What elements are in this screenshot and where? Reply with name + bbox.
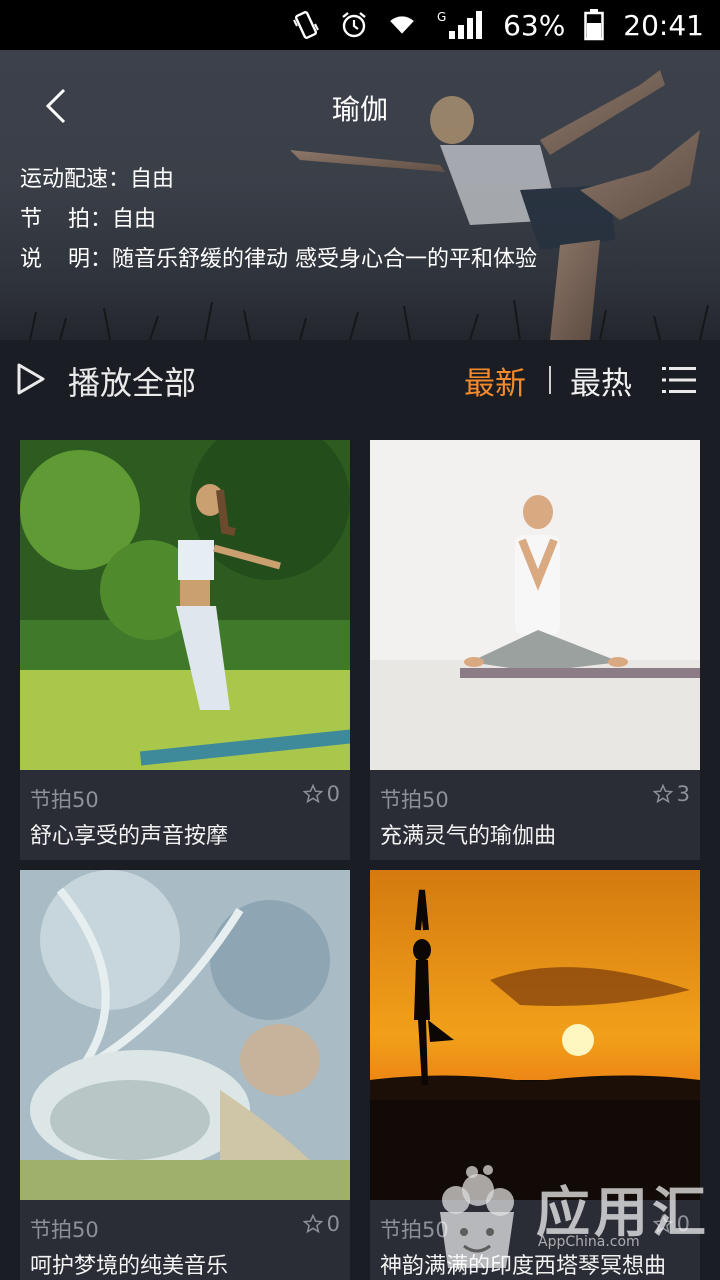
play-all-button[interactable]: 播放全部 [68, 358, 196, 404]
status-bar: G 63% 20:41 [0, 0, 720, 50]
card-title: 呵护梦境的纯美音乐 [30, 1254, 229, 1279]
tab-newest[interactable]: 最新 [464, 358, 526, 403]
beat-row: 节拍： 自由 [20, 200, 156, 240]
battery-percent: 63% [503, 8, 566, 42]
tab-hottest[interactable]: 最热 [570, 358, 632, 403]
pace-row: 运动配速：自由 [20, 160, 174, 200]
beat-label: 节拍： [20, 207, 112, 232]
wifi-icon [387, 10, 417, 40]
description-label: 说明： [20, 247, 112, 272]
card-beat: 节拍50 [380, 788, 449, 812]
description-row: 说明： 随音乐舒缓的律动 感受身心合一的平和体验 [20, 240, 537, 280]
music-card[interactable]: 节拍50 3 充满灵气的瑜伽曲 [370, 440, 700, 860]
star-icon [302, 784, 323, 804]
alarm-icon [339, 10, 369, 40]
beat-value: 自由 [112, 207, 157, 232]
category-header: 瑜伽 运动配速：自由 节拍： 自由 说明： 随音乐舒缓的律动 感受身心合一的平和体验 [0, 50, 720, 340]
cell-signal-icon: G [435, 10, 485, 40]
card-beat: 节拍50 [30, 788, 99, 812]
vibrate-icon [291, 10, 321, 40]
battery-icon [583, 9, 605, 41]
star-icon [302, 1214, 323, 1234]
network-type: G [437, 10, 446, 24]
play-icon[interactable] [16, 362, 46, 396]
menu-icon[interactable] [662, 364, 696, 396]
card-star-count[interactable]: 0 [302, 1212, 340, 1236]
card-thumbnail-yoga-stretch [20, 440, 350, 770]
card-star-count[interactable]: 0 [302, 782, 340, 806]
card-beat: 节拍50 [30, 1218, 99, 1242]
clock-time: 20:41 [623, 8, 704, 42]
card-star-count[interactable]: 3 [652, 782, 690, 806]
list-toolbar: 播放全部 最新 最热 [0, 340, 720, 422]
music-card[interactable]: 节拍50 0 舒心享受的声音按摩 [20, 440, 350, 860]
tab-divider [549, 366, 551, 394]
description-value: 随音乐舒缓的律动 感受身心合一的平和体验 [112, 247, 537, 272]
card-thumbnail-dream-painting [20, 870, 350, 1200]
appchina-logo-icon [440, 1165, 514, 1268]
pace-value: 自由 [130, 167, 175, 192]
pace-label: 运动配速： [20, 167, 131, 192]
card-thumbnail-yoga-seated [370, 440, 700, 770]
card-title: 舒心享受的声音按摩 [30, 824, 229, 849]
watermark-subtext: AppChina.com [538, 1234, 640, 1250]
appchina-watermark: 应用汇 AppChina.com [426, 1160, 716, 1270]
star-icon [652, 784, 673, 804]
card-thumbnail-sunset-yoga [370, 870, 700, 1200]
page-title: 瑜伽 [331, 93, 388, 126]
music-card[interactable]: 节拍50 0 呵护梦境的纯美音乐 [20, 870, 350, 1280]
card-title: 充满灵气的瑜伽曲 [380, 824, 557, 849]
